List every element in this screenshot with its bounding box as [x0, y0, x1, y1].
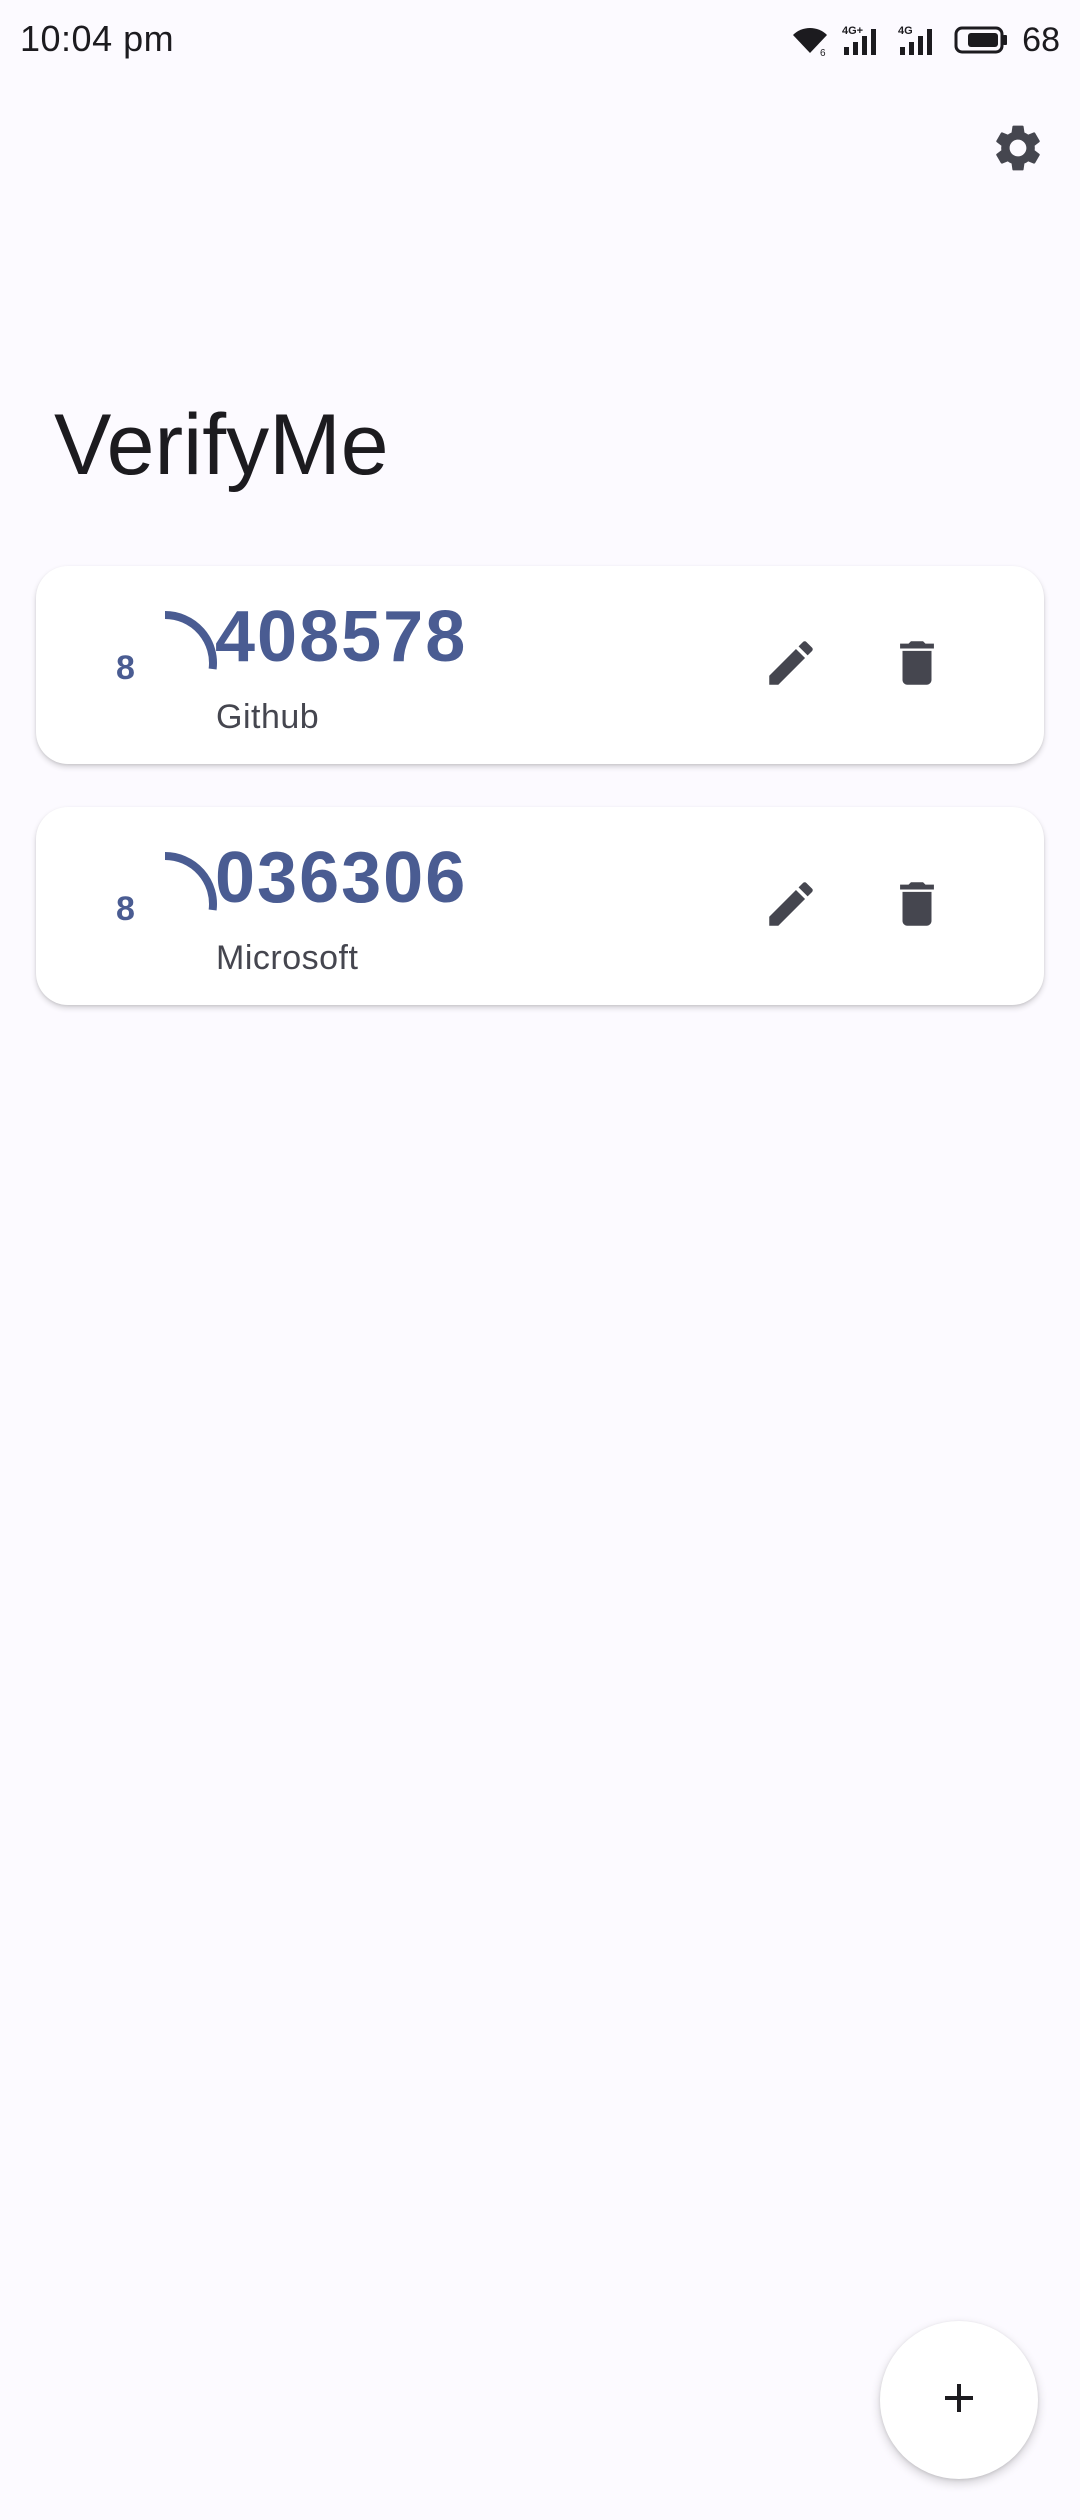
- svg-text:4G: 4G: [898, 25, 913, 37]
- trash-icon: [888, 875, 946, 938]
- pencil-icon: [762, 875, 820, 938]
- wifi-icon: 6: [790, 23, 830, 57]
- pencil-icon: [762, 634, 820, 697]
- account-name: Microsoft: [216, 939, 359, 977]
- svg-text:4G+: 4G+: [842, 25, 863, 37]
- status-time: 10:04 pm: [20, 18, 175, 59]
- account-card[interactable]: 8 036306 Microsoft: [36, 807, 1044, 1005]
- svg-text:6: 6: [820, 48, 826, 57]
- status-icons: 6 4G+ 4G 68: [790, 18, 1060, 62]
- countdown-seconds: 8: [116, 890, 135, 928]
- battery-percent: 68: [1022, 20, 1060, 59]
- countdown-seconds: 8: [116, 649, 135, 687]
- signal-4g-icon: 4G: [898, 23, 942, 57]
- plus-icon: [935, 2374, 983, 2427]
- status-bar: 10:04 pm 6 4G+ 4G 68: [0, 0, 1080, 84]
- otp-code: 408578: [215, 597, 468, 677]
- settings-button[interactable]: [976, 108, 1060, 192]
- delete-button[interactable]: [873, 862, 961, 950]
- edit-button[interactable]: [747, 862, 835, 950]
- battery-icon: [954, 25, 1008, 55]
- trash-icon: [888, 634, 946, 697]
- add-account-button[interactable]: [880, 2321, 1038, 2479]
- delete-button[interactable]: [873, 621, 961, 709]
- gear-icon: [990, 120, 1046, 181]
- signal-4g-plus-icon: 4G+: [842, 23, 886, 57]
- edit-button[interactable]: [747, 621, 835, 709]
- account-card[interactable]: 8 408578 Github: [36, 566, 1044, 764]
- page-title: VerifyMe: [54, 397, 389, 493]
- account-name: Github: [216, 698, 320, 736]
- otp-code: 036306: [215, 838, 468, 918]
